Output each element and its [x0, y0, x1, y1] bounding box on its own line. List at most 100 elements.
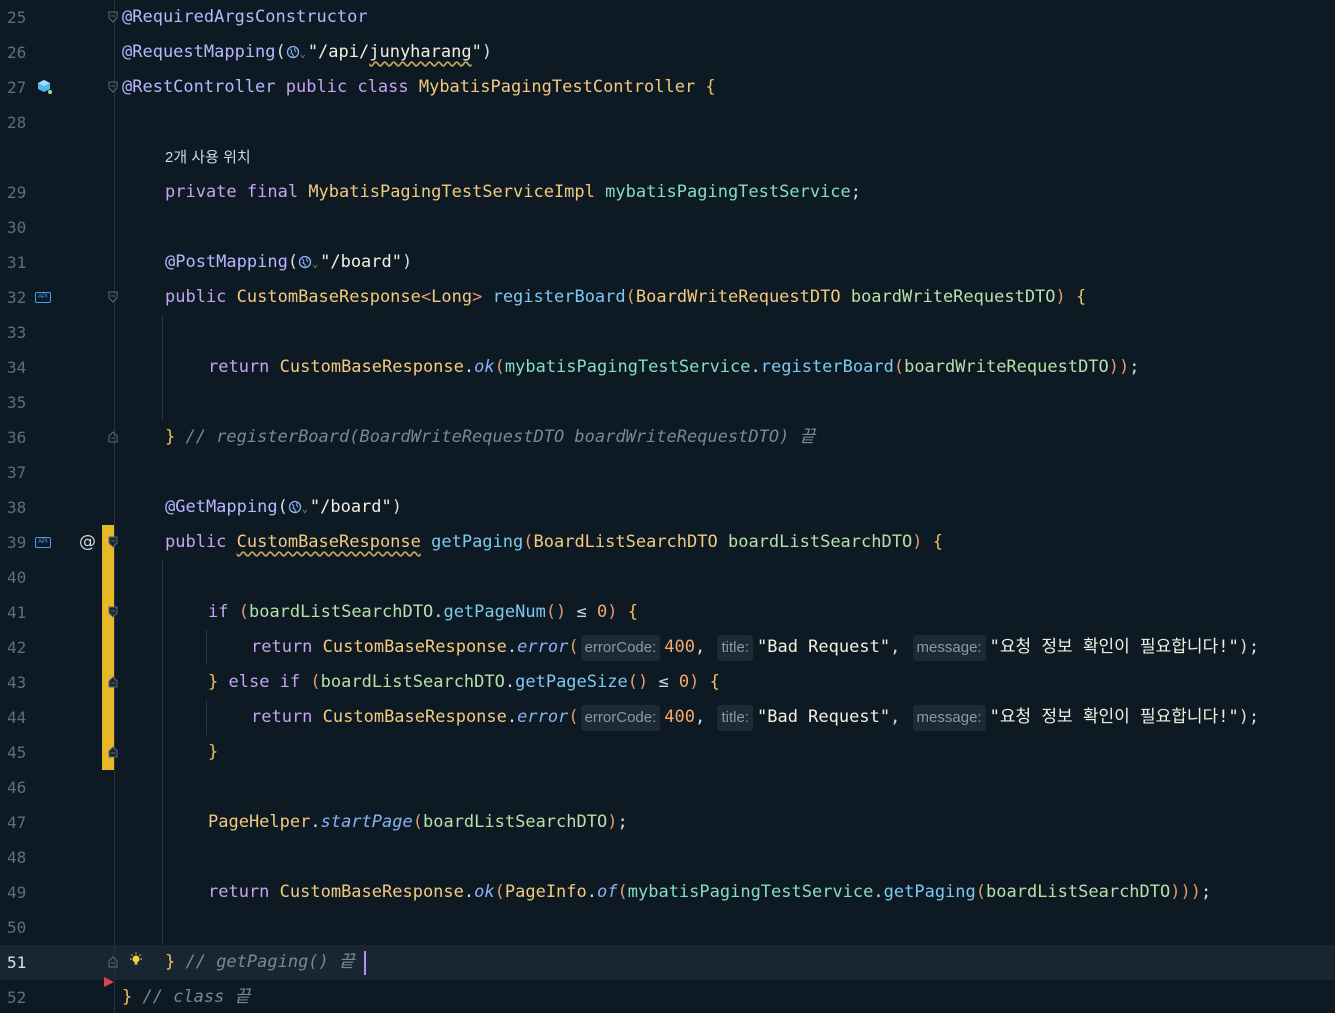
line-number[interactable]: 41 [7, 595, 37, 630]
fold-marker[interactable] [108, 956, 118, 968]
code-text: @RequiredArgsConstructor [122, 0, 368, 35]
code-token: CustomBaseResponse [322, 707, 507, 727]
code-line[interactable]: 50 [0, 910, 1335, 945]
globe-icon[interactable]: ⌄ [288, 497, 308, 517]
line-number[interactable]: 31 [7, 245, 37, 280]
code-line[interactable]: 33 [0, 315, 1335, 350]
fold-marker[interactable] [108, 291, 118, 303]
code-line[interactable]: 47 PageHelper.startPage(boardListSearchDT… [0, 805, 1335, 840]
implements-marker[interactable]: @ [79, 532, 96, 552]
line-number[interactable] [7, 140, 37, 175]
line-number[interactable]: 49 [7, 875, 37, 910]
fold-marker[interactable] [108, 676, 118, 688]
line-number[interactable]: 32 [7, 280, 37, 315]
code-line[interactable]: 46 [0, 770, 1335, 805]
line-number[interactable]: 42 [7, 630, 37, 665]
code-token: public [165, 287, 237, 307]
code-token: return [251, 637, 323, 657]
line-number[interactable]: 46 [7, 770, 37, 805]
code-token: ; [850, 182, 862, 202]
globe-icon[interactable]: ⌄ [298, 252, 318, 272]
line-number[interactable]: 33 [7, 315, 37, 350]
code-line[interactable]: 32 public CustomBaseResponse<Long> regist… [0, 280, 1335, 315]
globe-icon[interactable]: ⌄ [286, 42, 306, 62]
code-line[interactable]: 42 return CustomBaseResponse.error(errorC… [0, 630, 1335, 665]
line-number[interactable]: 50 [7, 910, 37, 945]
line-number[interactable]: 44 [7, 700, 37, 735]
line-number[interactable]: 35 [7, 385, 37, 420]
code-line[interactable]: 29 private final MybatisPagingTestService… [0, 175, 1335, 210]
usage-hint-line[interactable]: 2개 사용 위치 [0, 140, 1335, 175]
code-token: { [1076, 287, 1087, 307]
line-number[interactable]: 48 [7, 840, 37, 875]
code-line[interactable]: 36} // registerBoard(BoardWriteRequestDT… [0, 420, 1335, 455]
bean-icon[interactable] [36, 78, 54, 100]
code-line[interactable]: 26 @RequestMapping(⌄ "/api/junyharang") [0, 35, 1335, 70]
code-token: "요청 정보 확인이 필요합니다!" [989, 707, 1239, 727]
line-number[interactable]: 45 [7, 735, 37, 770]
code-text: return CustomBaseResponse.ok(mybatisPagi… [208, 350, 1140, 385]
code-token: . [310, 812, 321, 832]
code-token: boardListSearchDTO [248, 602, 434, 622]
code-line[interactable]: 31 @PostMapping(⌄ "/board") [0, 245, 1335, 280]
code-token: . [873, 882, 884, 902]
code-token: { [932, 532, 943, 552]
code-token: @RequiredArgsConstructor [122, 7, 368, 27]
code-token: ( [275, 42, 286, 62]
code-line[interactable]: 38 @GetMapping(⌄ "/board") [0, 490, 1335, 525]
code-token: 400 [664, 637, 695, 657]
line-number[interactable]: 52 [7, 980, 37, 1013]
api-endpoint-icon[interactable]: API [35, 537, 51, 548]
code-line[interactable]: 28 [0, 105, 1335, 140]
code-editor[interactable]: 52} // class 끝 51} // getPaging() 끝 50 49 re… [0, 0, 1335, 1013]
line-number[interactable]: 40 [7, 560, 37, 595]
line-number[interactable]: 47 [7, 805, 37, 840]
parameter-hint: errorCode: [580, 705, 661, 731]
code-line[interactable]: 48 [0, 840, 1335, 875]
fold-marker[interactable] [108, 746, 118, 758]
code-token: . [463, 882, 475, 902]
line-number[interactable]: 25 [7, 0, 37, 35]
line-number[interactable]: 36 [7, 420, 37, 455]
line-number[interactable]: 26 [7, 35, 37, 70]
line-number[interactable]: 39 [7, 525, 37, 560]
line-number[interactable]: 43 [7, 665, 37, 700]
lightbulb-icon[interactable] [128, 952, 144, 972]
line-number[interactable]: 38 [7, 490, 37, 525]
code-token: boardWriteRequestDTO [904, 357, 1109, 377]
fold-marker[interactable] [108, 536, 118, 548]
code-line[interactable]: 43} else if (boardListSearchDTO.getPageS… [0, 665, 1335, 700]
fold-marker[interactable] [108, 11, 118, 23]
code-line[interactable]: 52} // class 끝 [0, 980, 1335, 1013]
code-line[interactable]: 34 return CustomBaseResponse.ok(mybatisPa… [0, 350, 1335, 385]
code-line[interactable]: 25 @RequiredArgsConstructor [0, 0, 1335, 35]
code-line[interactable]: 51} // getPaging() 끝 [0, 945, 1335, 980]
api-endpoint-icon[interactable]: API [35, 292, 51, 303]
code-line[interactable]: 30 [0, 210, 1335, 245]
code-line[interactable]: 37 [0, 455, 1335, 490]
fold-marker[interactable] [108, 431, 118, 443]
fold-marker[interactable] [108, 606, 118, 618]
code-token: mybatisPagingTestService [627, 882, 874, 902]
usage-count-hint[interactable]: 2개 사용 위치 [165, 140, 251, 175]
line-number[interactable]: 37 [7, 455, 37, 490]
line-number[interactable]: 51 [7, 945, 37, 980]
code-line[interactable]: 45} [0, 735, 1335, 770]
line-number[interactable]: 28 [7, 105, 37, 140]
line-number[interactable]: 29 [7, 175, 37, 210]
code-text: return CustomBaseResponse.error(errorCod… [251, 630, 1259, 665]
code-line[interactable]: 44 return CustomBaseResponse.error(errorC… [0, 700, 1335, 735]
change-marker[interactable] [102, 525, 114, 770]
line-number[interactable]: 34 [7, 350, 37, 385]
code-line[interactable]: 41 if (boardListSearchDTO.getPageNum() ≤ … [0, 595, 1335, 630]
line-number[interactable]: 30 [7, 210, 37, 245]
code-line[interactable]: 49 return CustomBaseResponse.ok(PageInfo.… [0, 875, 1335, 910]
fold-marker[interactable] [108, 81, 118, 93]
code-line[interactable]: 35 [0, 385, 1335, 420]
run-arrow-icon[interactable] [103, 973, 115, 992]
code-line[interactable]: 27 @RestController public class MybatisPa… [0, 70, 1335, 105]
line-number[interactable]: 27 [7, 70, 37, 105]
code-token: "Bad Request" [757, 707, 891, 727]
code-line[interactable]: 40 [0, 560, 1335, 595]
code-line[interactable]: 39 public CustomBaseResponse getPaging(Bo… [0, 525, 1335, 560]
